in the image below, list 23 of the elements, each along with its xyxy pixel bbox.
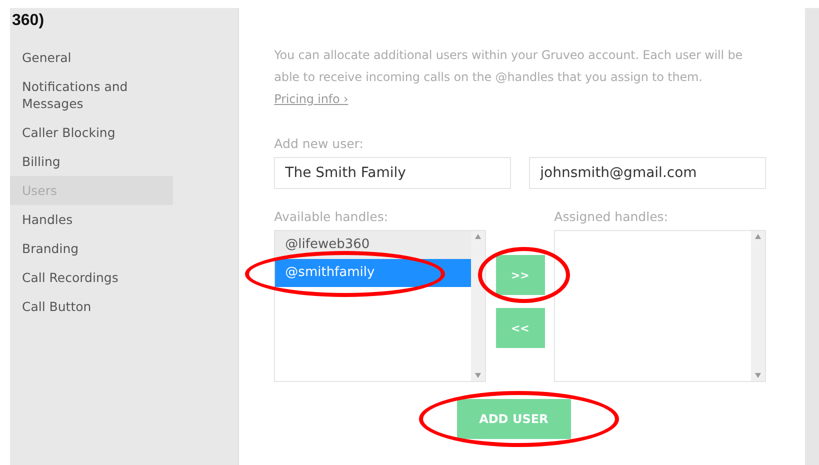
name-field[interactable]: The Smith Family bbox=[274, 157, 512, 189]
up-arrow-icon[interactable] bbox=[475, 234, 482, 239]
sidebar-item[interactable]: Call Recordings bbox=[10, 263, 173, 292]
handle-item[interactable]: @smithfamily bbox=[275, 259, 472, 287]
down-arrow-icon[interactable] bbox=[475, 373, 482, 378]
sidebar-item[interactable]: Notifications and Messages bbox=[10, 72, 173, 118]
scrollbar[interactable] bbox=[751, 231, 766, 381]
email-field[interactable]: johnsmith@gmail.com bbox=[529, 157, 766, 189]
sidebar-item[interactable]: General bbox=[10, 43, 173, 72]
sidebar-item[interactable]: Caller Blocking bbox=[10, 118, 173, 147]
assigned-handles-label: Assigned handles: bbox=[554, 209, 670, 225]
handle-item[interactable]: @lifeweb360 bbox=[275, 231, 472, 259]
sidebar-item[interactable]: Call Button bbox=[10, 292, 173, 321]
page-heading: 360) bbox=[12, 11, 46, 31]
sidebar-item[interactable]: Billing bbox=[10, 147, 173, 176]
down-arrow-icon[interactable] bbox=[755, 373, 762, 378]
up-arrow-icon[interactable] bbox=[755, 234, 762, 239]
intro-text: You can allocate additional users within your Gruveo account. Each user will be able to receive incoming calls on the @handles that you assign to them. Pricing info › bbox=[274, 47, 744, 108]
available-handles-label: Available handles: bbox=[274, 209, 390, 225]
sidebar-item[interactable]: Branding bbox=[10, 234, 173, 263]
add-user-label: Add new user: bbox=[274, 136, 364, 152]
scrollbar[interactable] bbox=[471, 231, 486, 381]
sidebar-item[interactable]: Handles bbox=[10, 205, 173, 234]
